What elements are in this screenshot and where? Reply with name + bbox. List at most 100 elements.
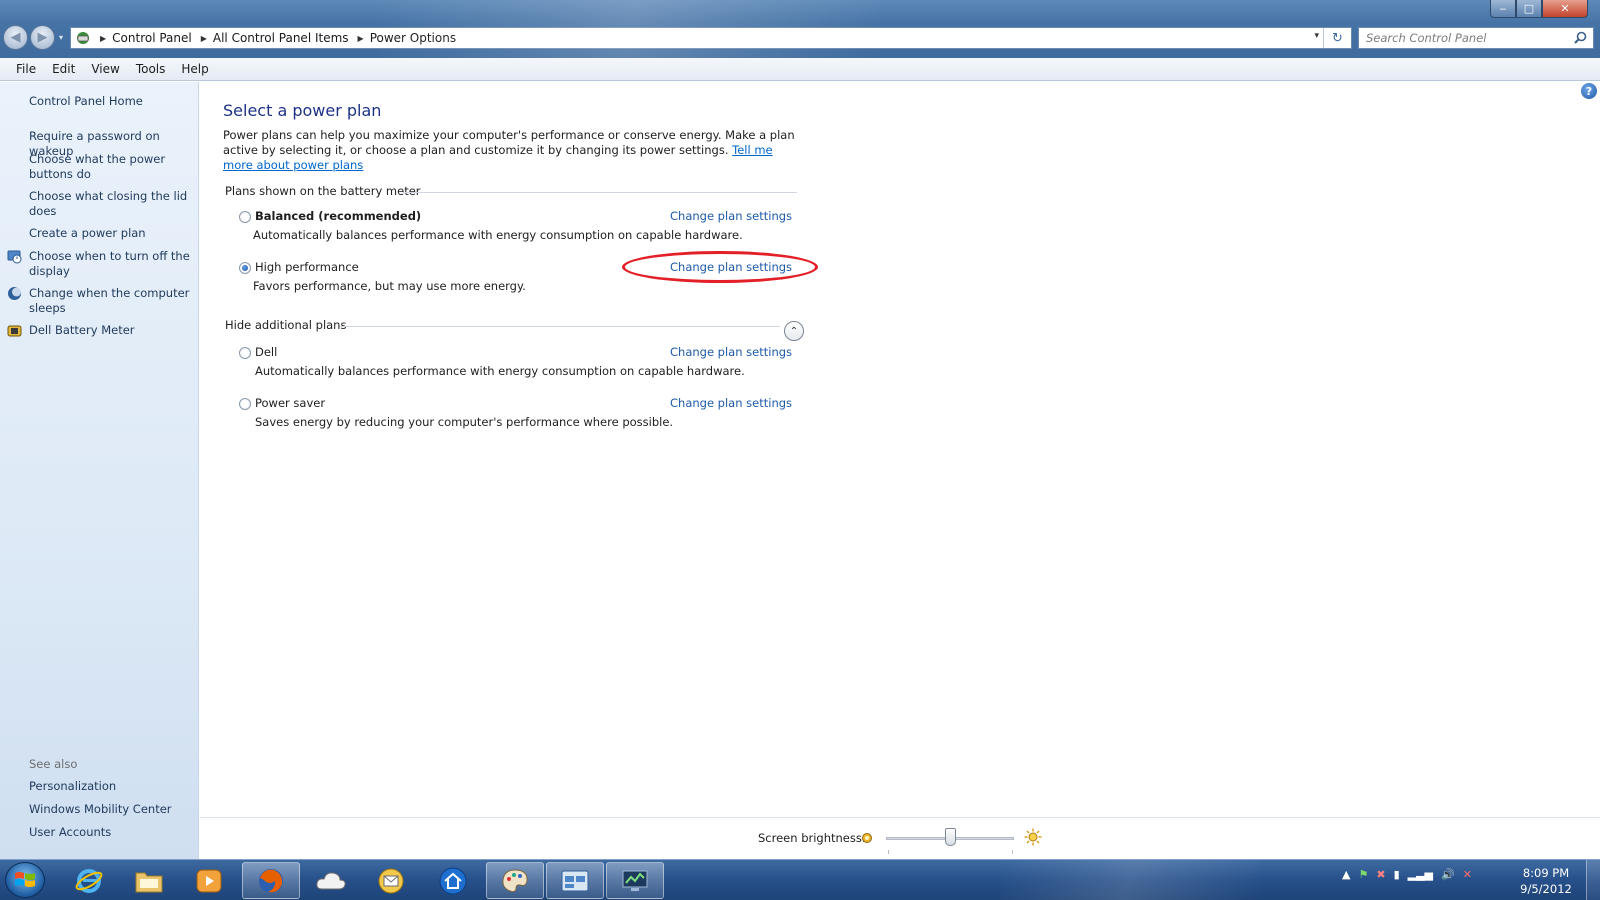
page-title: Select a power plan (223, 101, 382, 120)
see-also-heading: See also (29, 757, 78, 771)
slider-tick (888, 850, 889, 854)
taskbar-explorer[interactable] (120, 862, 178, 899)
clock[interactable]: 8:09 PM 9/5/2012 (1516, 865, 1576, 897)
window-titlebar: ‒ □ ✕ ◀ ▶ ▾ ▶ Control Panel ▶ All Contro… (0, 0, 1600, 58)
action-center-icon[interactable]: ⚑ (1358, 868, 1368, 881)
taskbar-system-monitor[interactable] (606, 862, 664, 899)
taskbar-firefox[interactable] (242, 862, 300, 899)
monitor-icon (622, 870, 648, 891)
address-bar[interactable]: ▶ Control Panel ▶ All Control Panel Item… (70, 27, 1352, 49)
brightness-bar: Screen brightness: (200, 817, 1600, 859)
volume-icon[interactable]: 🔊 (1441, 868, 1455, 881)
help-icon[interactable]: ? (1581, 83, 1597, 99)
mail-icon (378, 868, 404, 893)
dim-sun-icon (862, 833, 872, 843)
chevron-up-icon: ⌃ (789, 325, 799, 337)
internet-explorer-icon (75, 868, 103, 893)
search-icon[interactable] (1574, 31, 1587, 44)
network-error-icon[interactable]: ✖ (1376, 868, 1385, 881)
sidebar-turn-off-display[interactable]: Choose when to turn off the display (29, 249, 197, 279)
battery-meter-icon (7, 325, 22, 337)
taskbar-cloud-app[interactable] (302, 862, 360, 899)
breadcrumb-all-items[interactable]: All Control Panel Items (213, 31, 349, 45)
taskbar-paint[interactable] (486, 862, 544, 899)
flag-icon[interactable]: ✕ (1463, 868, 1472, 881)
back-button[interactable]: ◀ (3, 25, 28, 50)
taskbar-home-app[interactable] (424, 862, 482, 899)
system-tray: ▲ ⚑ ✖ ▮ ▂▃▅ 🔊 ✕ (1342, 868, 1472, 881)
plan-name-balanced[interactable]: Balanced (recommended) (255, 209, 421, 223)
windows-logo-icon (15, 872, 35, 887)
close-button[interactable]: ✕ (1542, 0, 1588, 18)
breadcrumb-control-panel[interactable]: Control Panel (112, 31, 192, 45)
address-dropdown-icon[interactable]: ▾ (1314, 31, 1319, 41)
window-controls: ‒ □ ✕ (1490, 0, 1588, 18)
sidebar-dell-battery-meter[interactable]: Dell Battery Meter (29, 323, 197, 338)
wireless-signal-icon[interactable]: ▂▃▅ (1408, 868, 1433, 881)
control-panel-icon (77, 32, 89, 44)
taskbar-internet-explorer[interactable] (60, 862, 118, 899)
plan-name-high-performance[interactable]: High performance (255, 260, 359, 274)
change-plan-settings-power-saver[interactable]: Change plan settings (670, 396, 800, 410)
change-plan-settings-balanced[interactable]: Change plan settings (670, 209, 800, 223)
menu-bar: File Edit View Tools Help (0, 58, 1600, 81)
sidebar-control-panel-home[interactable]: Control Panel Home (29, 94, 197, 109)
menu-help[interactable]: Help (173, 62, 216, 76)
plan-name-dell[interactable]: Dell (255, 345, 277, 359)
plan-desc-dell: Automatically balances performance with … (255, 364, 745, 378)
start-button[interactable] (5, 862, 45, 898)
intro-text: Power plans can help you maximize your c… (223, 128, 803, 173)
minimize-button[interactable]: ‒ (1490, 0, 1516, 18)
taskbar-media-player[interactable] (180, 862, 238, 899)
plan-desc-balanced: Automatically balances performance with … (253, 228, 743, 242)
sidebar-create-plan[interactable]: Create a power plan (29, 226, 197, 241)
slider-tick (1012, 850, 1013, 854)
show-desktop-button[interactable] (1586, 860, 1600, 900)
collapse-plans-button[interactable]: ⌃ (784, 321, 804, 341)
plan-radio-dell[interactable] (239, 347, 251, 359)
plan-radio-high-performance[interactable] (239, 262, 251, 274)
forward-button[interactable]: ▶ (30, 25, 55, 50)
battery-meter-plans-heading: Plans shown on the battery meter (225, 184, 421, 198)
screen-brightness-label: Screen brightness: (758, 831, 866, 845)
recent-pages-dropdown[interactable]: ▾ (59, 33, 63, 42)
plan-name-power-saver[interactable]: Power saver (255, 396, 325, 410)
change-plan-settings-dell[interactable]: Change plan settings (670, 345, 800, 359)
show-hidden-icons-icon[interactable]: ▲ (1342, 868, 1350, 881)
breadcrumb-power-options[interactable]: Power Options (370, 31, 456, 45)
menu-file[interactable]: File (8, 62, 44, 76)
sidebar-personalization[interactable]: Personalization (29, 779, 197, 794)
chevron-right-icon[interactable]: ▶ (358, 34, 364, 43)
maximize-button[interactable]: □ (1516, 0, 1542, 18)
hide-additional-plans-heading[interactable]: Hide additional plans (225, 318, 346, 332)
taskbar-control-panel[interactable] (546, 862, 604, 899)
menu-view[interactable]: View (83, 62, 127, 76)
plan-radio-power-saver[interactable] (239, 398, 251, 410)
menu-tools[interactable]: Tools (128, 62, 174, 76)
sidebar-user-accounts[interactable]: User Accounts (29, 825, 197, 840)
search-input[interactable] (1366, 31, 1566, 45)
chevron-right-icon[interactable]: ▶ (201, 34, 207, 43)
plan-desc-power-saver: Saves energy by reducing your computer's… (255, 415, 674, 429)
refresh-button[interactable]: ↻ (1323, 28, 1351, 48)
sidebar-power-buttons[interactable]: Choose what the power buttons do (29, 152, 197, 182)
back-arrow-icon: ◀ (10, 30, 21, 45)
media-player-icon (196, 869, 222, 892)
intro-body: Power plans can help you maximize your c… (223, 128, 795, 157)
battery-icon[interactable]: ▮ (1394, 868, 1400, 881)
main-content: ? Select a power plan Power plans can he… (200, 82, 1600, 817)
chevron-right-icon[interactable]: ▶ (100, 34, 106, 43)
clock-time: 8:09 PM (1522, 866, 1570, 880)
taskbar-mail[interactable] (362, 862, 420, 899)
sidebar-computer-sleeps[interactable]: Change when the computer sleeps (29, 286, 197, 316)
sidebar-closing-lid[interactable]: Choose what closing the lid does (29, 189, 197, 219)
sidebar-mobility-center[interactable]: Windows Mobility Center (29, 802, 197, 817)
taskbar: ▲ ⚑ ✖ ▮ ▂▃▅ 🔊 ✕ 8:09 PM 9/5/2012 (0, 859, 1600, 900)
sleep-moon-icon (8, 287, 21, 300)
task-pane: Control Panel Home Require a password on… (0, 82, 199, 859)
firefox-icon (259, 868, 283, 893)
search-box[interactable] (1358, 27, 1594, 49)
plan-radio-balanced[interactable] (239, 211, 251, 223)
brightness-slider-thumb[interactable] (944, 828, 956, 846)
menu-edit[interactable]: Edit (44, 62, 83, 76)
